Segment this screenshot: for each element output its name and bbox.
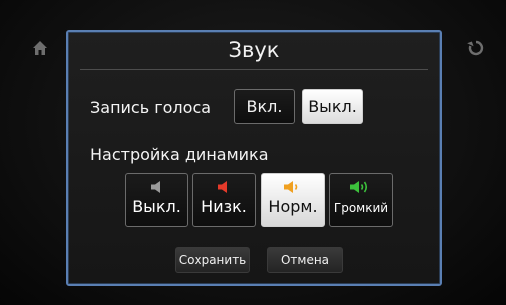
speaker-low-label: Низк. <box>201 197 247 216</box>
voice-recording-label: Запись голоса <box>90 98 212 117</box>
speaker-low-icon <box>217 179 231 195</box>
speaker-low-button[interactable]: Низк. <box>192 173 256 227</box>
dialog-title: Звук <box>228 38 280 62</box>
speaker-off-label: Выкл. <box>132 197 181 216</box>
speaker-mute-icon <box>150 179 164 195</box>
speaker-off-button[interactable]: Выкл. <box>125 173 188 227</box>
speaker-loud-icon <box>349 179 373 195</box>
title-divider <box>80 69 428 70</box>
speaker-normal-icon <box>283 179 303 195</box>
voice-off-button[interactable]: Выкл. <box>302 89 363 124</box>
speaker-loud-label: Громкий <box>333 201 389 215</box>
speaker-normal-button[interactable]: Норм. <box>261 173 325 227</box>
speaker-settings-label: Настройка динамика <box>90 145 269 164</box>
cancel-button[interactable]: Отмена <box>267 247 343 273</box>
save-button[interactable]: Сохранить <box>175 247 250 273</box>
back-icon[interactable] <box>466 38 486 58</box>
sound-dialog: Звук Запись голоса Вкл. Выкл. Настройка … <box>66 30 442 286</box>
speaker-normal-label: Норм. <box>268 197 318 216</box>
speaker-loud-button[interactable]: Громкий <box>329 173 393 227</box>
home-icon[interactable] <box>30 38 50 58</box>
device-screen: Звук Запись голоса Вкл. Выкл. Настройка … <box>0 0 506 305</box>
voice-on-button[interactable]: Вкл. <box>234 89 295 124</box>
